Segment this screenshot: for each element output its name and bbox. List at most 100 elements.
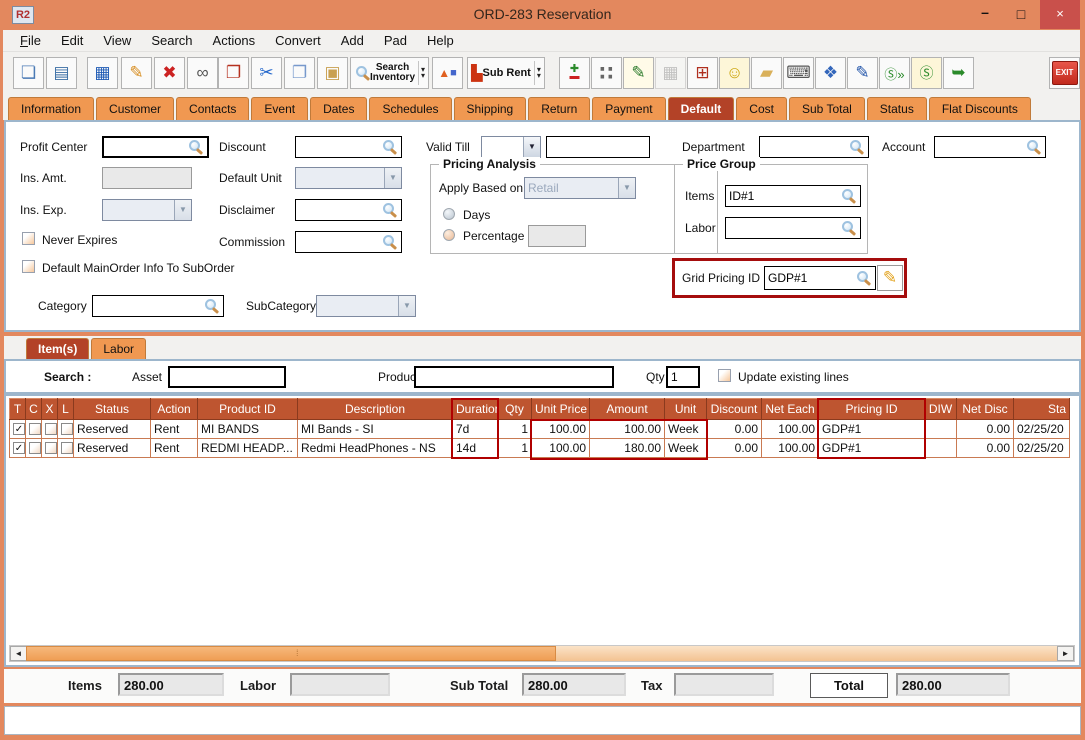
- tab-cost[interactable]: Cost: [736, 97, 787, 120]
- category-search-icon[interactable]: [204, 298, 219, 313]
- menu-add[interactable]: Add: [332, 31, 373, 50]
- col-description[interactable]: Description: [298, 399, 453, 420]
- grid-pricing-field[interactable]: [764, 266, 876, 290]
- commission-field[interactable]: [295, 231, 402, 253]
- commission-search-icon[interactable]: [382, 234, 397, 249]
- account-search-icon[interactable]: [1026, 139, 1041, 154]
- cut-button[interactable]: ✂: [251, 57, 282, 89]
- menu-actions[interactable]: Actions: [204, 31, 265, 50]
- tab-status[interactable]: Status: [867, 97, 927, 120]
- valid-till-field[interactable]: [546, 136, 650, 158]
- price-group-labor-field[interactable]: [725, 217, 861, 239]
- copy-button[interactable]: ❐: [284, 57, 315, 89]
- row2-x-checkbox[interactable]: [45, 442, 57, 454]
- close-button[interactable]: ×: [1040, 0, 1080, 29]
- inventory-cubes-button[interactable]: ❖: [815, 57, 846, 89]
- row2-l-checkbox[interactable]: [61, 442, 73, 454]
- availability-button[interactable]: ∷: [591, 57, 622, 89]
- tab-labor[interactable]: Labor: [91, 338, 146, 359]
- col-action[interactable]: Action: [151, 399, 198, 420]
- asset-field[interactable]: [168, 366, 286, 388]
- col-product-id[interactable]: Product ID: [198, 399, 298, 420]
- shapes-button[interactable]: ▲ ■: [432, 57, 463, 89]
- percentage-radio[interactable]: [443, 229, 455, 241]
- valid-till-input[interactable]: [547, 137, 649, 157]
- price-group-items-input[interactable]: [726, 186, 860, 206]
- menu-convert[interactable]: Convert: [266, 31, 330, 50]
- col-t[interactable]: T: [10, 399, 26, 420]
- tab-sub-total[interactable]: Sub Total: [789, 97, 865, 120]
- tab-customer[interactable]: Customer: [96, 97, 174, 120]
- profit-center-field[interactable]: [102, 136, 209, 158]
- new-document-button[interactable]: ❏: [13, 57, 44, 89]
- tab-schedules[interactable]: Schedules: [369, 97, 451, 120]
- row1-l-checkbox[interactable]: [61, 423, 73, 435]
- row1-t-checkbox[interactable]: ✓: [13, 423, 25, 435]
- col-l[interactable]: L: [58, 399, 74, 420]
- col-start[interactable]: Sta: [1014, 399, 1070, 420]
- send-invoice-button[interactable]: Ⓢ»: [879, 57, 910, 89]
- find-button[interactable]: ∞: [187, 57, 218, 89]
- asset-input[interactable]: [170, 368, 284, 386]
- scroll-right-button[interactable]: ►: [1057, 646, 1074, 661]
- exit-button[interactable]: EXIT: [1049, 57, 1080, 89]
- menu-edit[interactable]: Edit: [52, 31, 92, 50]
- search-inventory-button[interactable]: Search Inventory ▾ ▾: [350, 57, 429, 89]
- menu-file[interactable]: File: [11, 31, 50, 50]
- table-row[interactable]: ✓ Reserved Rent MI BANDS MI Bands - SI 7…: [10, 420, 1070, 439]
- col-x[interactable]: X: [42, 399, 58, 420]
- price-group-labor-input[interactable]: [726, 218, 860, 238]
- add-remove-button[interactable]: ✚ ▬: [559, 57, 590, 89]
- tab-dates[interactable]: Dates: [310, 97, 367, 120]
- col-unit[interactable]: Unit: [665, 399, 707, 420]
- sub-rent-dropdown[interactable]: ▾ ▾: [534, 61, 541, 85]
- qty-input[interactable]: [668, 368, 698, 386]
- tab-flat-discounts[interactable]: Flat Discounts: [929, 97, 1031, 120]
- edit-button[interactable]: ✎: [121, 57, 152, 89]
- grid-pricing-search-icon[interactable]: [856, 270, 871, 285]
- tab-return[interactable]: Return: [528, 97, 590, 120]
- department-field[interactable]: [759, 136, 869, 158]
- row2-t-checkbox[interactable]: ✓: [13, 442, 25, 454]
- maximize-button[interactable]: □: [1004, 0, 1038, 29]
- col-pricing-id[interactable]: Pricing ID: [819, 399, 925, 420]
- tab-default[interactable]: Default: [668, 97, 735, 120]
- col-net-disc[interactable]: Net Disc: [957, 399, 1014, 420]
- col-duration[interactable]: Duration: [453, 399, 498, 420]
- save-button[interactable]: ▦: [87, 57, 118, 89]
- customer-button[interactable]: ☺: [719, 57, 750, 89]
- col-qty[interactable]: Qty: [498, 399, 532, 420]
- menu-help[interactable]: Help: [418, 31, 463, 50]
- tab-items[interactable]: Item(s): [26, 338, 89, 359]
- scrollbar-thumb[interactable]: [26, 646, 556, 661]
- col-status[interactable]: Status: [74, 399, 151, 420]
- scroll-left-button[interactable]: ◄: [10, 646, 27, 661]
- convert-order-button[interactable]: ❐: [218, 57, 249, 89]
- print-button[interactable]: ▤: [46, 57, 77, 89]
- price-group-items-search-icon[interactable]: [841, 188, 856, 203]
- row1-x-checkbox[interactable]: [45, 423, 57, 435]
- qty-field[interactable]: [666, 366, 700, 388]
- col-c[interactable]: C: [26, 399, 42, 420]
- shortcut-key-button[interactable]: ⌨: [783, 57, 814, 89]
- tab-contacts[interactable]: Contacts: [176, 97, 249, 120]
- menu-search[interactable]: Search: [142, 31, 201, 50]
- days-radio[interactable]: [443, 208, 455, 220]
- disclaimer-search-icon[interactable]: [382, 202, 397, 217]
- grid-pricing-edit-button[interactable]: ✎: [877, 265, 903, 291]
- product-field[interactable]: [414, 366, 614, 388]
- menu-view[interactable]: View: [94, 31, 140, 50]
- minimize-button[interactable]: –: [968, 0, 1002, 29]
- delivery-button[interactable]: ➥: [943, 57, 974, 89]
- row1-c-checkbox[interactable]: [29, 423, 41, 435]
- profit-center-search-icon[interactable]: [188, 139, 203, 154]
- col-discount[interactable]: Discount: [707, 399, 762, 420]
- tab-payment[interactable]: Payment: [592, 97, 665, 120]
- org-chart-button[interactable]: ⊞: [687, 57, 718, 89]
- menu-pad[interactable]: Pad: [375, 31, 416, 50]
- delete-button[interactable]: ✖: [154, 57, 185, 89]
- folder-history-button[interactable]: ▰: [751, 57, 782, 89]
- col-amount[interactable]: Amount: [590, 399, 665, 420]
- default-mainorder-checkbox[interactable]: [22, 260, 35, 273]
- account-field[interactable]: [934, 136, 1046, 158]
